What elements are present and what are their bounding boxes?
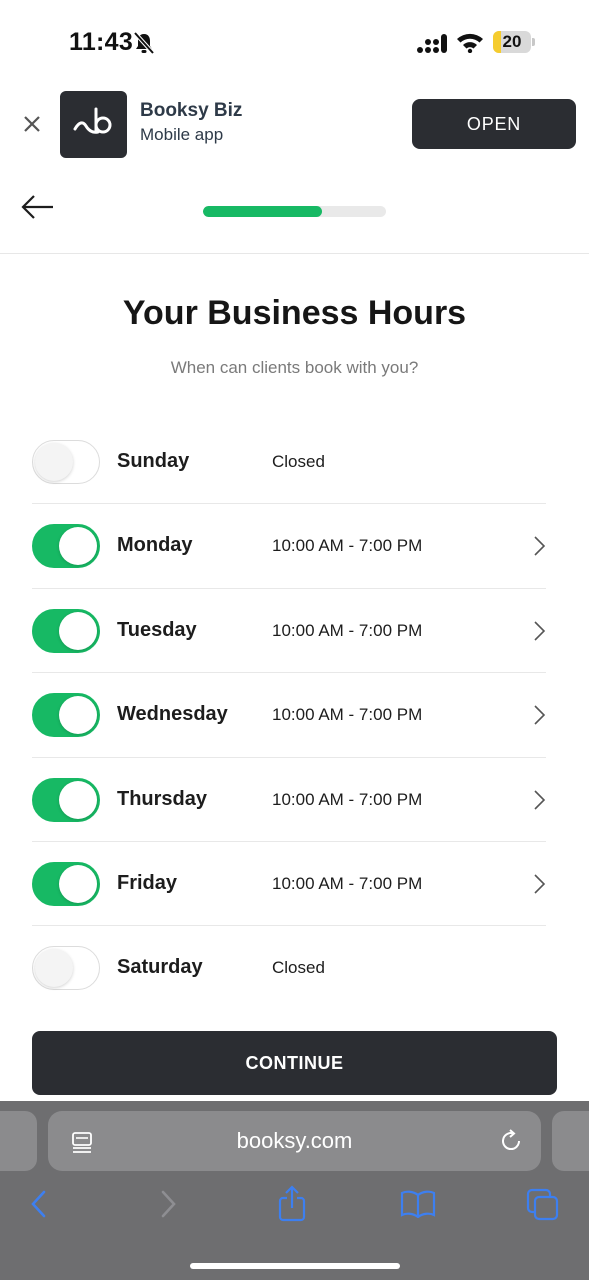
day-name: Thursday [117,787,208,810]
open-app-button[interactable]: OPEN [412,99,576,149]
home-indicator [190,1263,400,1269]
chevron-right-icon[interactable] [532,620,546,642]
day-hours: 10:00 AM - 7:00 PM [272,536,423,556]
forward-icon[interactable] [158,1189,178,1219]
day-row-thursday[interactable]: Thursday 10:00 AM - 7:00 PM [32,758,546,842]
continue-button[interactable]: CONTINUE [32,1031,557,1095]
close-icon[interactable] [20,112,44,136]
day-row-wednesday[interactable]: Wednesday 10:00 AM - 7:00 PM [32,673,546,758]
toggle-knob [59,864,97,903]
day-toggle-sunday[interactable] [32,440,100,484]
battery-level: 20 [502,32,522,51]
day-toggle-saturday[interactable] [32,946,100,991]
day-hours: 10:00 AM - 7:00 PM [272,873,423,893]
page-menu-icon[interactable] [70,1130,94,1154]
address-bar[interactable]: booksy.com [48,1111,541,1171]
wifi-icon [457,33,483,53]
bookmarks-icon[interactable] [400,1190,436,1218]
day-name: Monday [117,534,193,557]
page-title: Your Business Hours [122,294,467,332]
progress-bar [203,206,386,217]
app-logo [60,91,127,158]
day-name: Saturday [117,956,203,979]
toggle-knob [59,780,97,819]
day-hours: 10:00 AM - 7:00 PM [272,620,423,640]
day-name: Wednesday [117,703,228,726]
app-name: Booksy Biz [140,100,243,121]
smart-app-banner: Booksy Biz Mobile app OPEN [0,86,589,166]
day-toggle-friday[interactable] [32,861,100,906]
previous-tab-preview[interactable] [0,1111,37,1171]
app-subtitle: Mobile app [140,125,224,144]
day-toggle-tuesday[interactable] [32,608,100,653]
toggle-knob [35,443,73,481]
next-tab-preview[interactable] [552,1111,589,1171]
signal-icon [417,34,447,53]
day-hours: 10:00 AM - 7:00 PM [272,789,423,809]
status-time: 11:43 [69,28,134,56]
bell-muted-icon [133,31,155,55]
progress-fill [203,206,322,217]
page-subtitle: When can clients book with you? [170,358,419,377]
tabs-icon[interactable] [526,1188,560,1222]
status-bar: 11:43 20 [0,0,589,86]
day-hours: Closed [272,452,325,471]
day-toggle-thursday[interactable] [32,777,100,822]
back-arrow-icon[interactable] [20,192,56,222]
share-icon[interactable] [277,1185,307,1223]
day-row-friday[interactable]: Friday 10:00 AM - 7:00 PM [32,842,546,927]
toggle-knob [59,696,97,735]
day-row-monday[interactable]: Monday 10:00 AM - 7:00 PM [32,504,546,589]
business-hours-list: Sunday Closed Monday 10:00 AM - 7:00 PM Tues… [32,420,546,1011]
url-text: booksy.com [236,1128,353,1153]
chevron-right-icon[interactable] [532,873,546,895]
chevron-right-icon[interactable] [532,704,546,726]
chevron-right-icon[interactable] [532,535,546,557]
day-toggle-wednesday[interactable] [32,693,100,738]
day-toggle-monday[interactable] [32,524,100,569]
day-row-sunday: Sunday Closed [32,420,546,505]
browser-toolbar: booksy.com [0,1101,589,1280]
chevron-right-icon[interactable] [532,789,546,811]
battery-icon: 20 [493,31,535,53]
day-row-saturday: Saturday Closed [32,926,546,1010]
day-hours: Closed [272,958,325,978]
day-name: Tuesday [117,618,197,641]
back-icon[interactable] [29,1189,49,1219]
day-name: Friday [117,871,178,894]
toggle-knob [59,527,97,566]
toggle-knob [35,949,73,988]
day-hours: 10:00 AM - 7:00 PM [272,705,423,725]
reload-icon[interactable] [498,1128,524,1154]
toggle-knob [59,611,97,650]
day-row-tuesday[interactable]: Tuesday 10:00 AM - 7:00 PM [32,589,546,674]
day-name: Sunday [117,450,190,472]
top-nav [0,166,589,254]
